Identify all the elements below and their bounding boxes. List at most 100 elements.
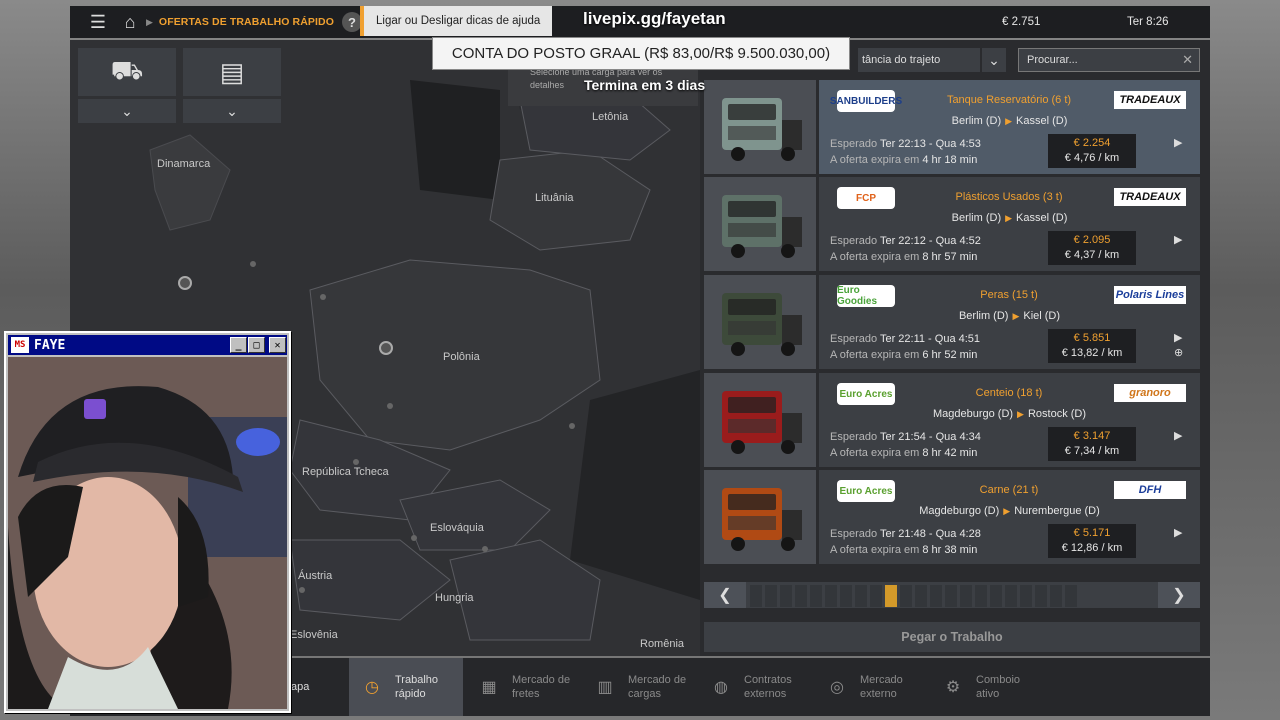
job-price-per-km: € 4,76 / km [1064, 152, 1120, 164]
expected-label: Esperado [830, 138, 878, 150]
page-dot[interactable] [1035, 585, 1047, 607]
sort-select[interactable]: tância do trajeto [858, 48, 980, 72]
job-offer-row[interactable]: SANBUILDERS Tanque Reservatório (6 t) TR… [704, 80, 1200, 174]
page-dot[interactable] [990, 585, 1002, 607]
map-label-czech-republic: República Tcheca [302, 466, 389, 478]
boxes-icon: ▦ [481, 679, 497, 696]
page-dot[interactable] [765, 585, 777, 607]
truck-image [704, 275, 816, 369]
job-route: Berlim (D) ▶ Kassel (D) [819, 212, 1200, 224]
expire-value: 6 hr 52 min [922, 349, 978, 361]
page-dot[interactable] [960, 585, 972, 607]
close-button[interactable]: ✕ [269, 337, 286, 353]
page-dot[interactable] [750, 585, 762, 607]
destination-city: Kassel (D) [1016, 115, 1068, 127]
sender-logo: SANBUILDERS [830, 90, 902, 112]
job-price: € 2.095 [1073, 234, 1111, 246]
job-offer-card[interactable]: Euro Acres Centeio (18 t) granoro Magdeb… [819, 373, 1200, 467]
expire-label: A oferta expira em [830, 154, 920, 166]
nav-map-label[interactable]: apa [291, 681, 309, 693]
job-offer-row[interactable]: FCP Plásticos Usados (3 t) TRADEAUX Berl… [704, 177, 1200, 271]
page-dot[interactable] [810, 585, 822, 607]
page-dot[interactable] [780, 585, 792, 607]
truck-filter-button[interactable]: ⛟ [78, 48, 176, 96]
expected-value: Ter 21:48 - Qua 4:28 [879, 528, 981, 540]
truck-image [704, 373, 816, 467]
job-offer-row[interactable]: Euro Goodies Peras (15 t) Polaris Lines … [704, 275, 1200, 369]
play-arrow-icon[interactable]: ▶ [1174, 136, 1182, 149]
webcam-title-bar[interactable]: MS FAYE _ □ ✕ [8, 335, 287, 355]
nav-item-label: Mercado externo [860, 674, 903, 700]
page-dot[interactable] [1020, 585, 1032, 607]
cargo-name: Carne (21 t) [979, 484, 1039, 496]
sort-dropdown-button[interactable]: ⌄ [982, 48, 1006, 72]
page-dot[interactable] [900, 585, 912, 607]
search-input[interactable]: Procurar... ✕ [1018, 48, 1200, 72]
page-dot[interactable] [795, 585, 807, 607]
job-offer-card[interactable]: Euro Goodies Peras (15 t) Polaris Lines … [819, 275, 1200, 369]
expire-label: A oferta expira em [830, 251, 920, 263]
job-offer-card[interactable]: Euro Acres Carne (21 t) DFH Magdeburgo (… [819, 470, 1200, 564]
nav-item[interactable]: ▦ Mercado de fretes [466, 658, 580, 716]
page-indicator [750, 585, 1077, 607]
job-offer-card[interactable]: SANBUILDERS Tanque Reservatório (6 t) TR… [819, 80, 1200, 174]
destination-city: Rostock (D) [1027, 408, 1087, 420]
take-job-button[interactable]: Pegar o Trabalho [704, 622, 1200, 652]
play-arrow-icon[interactable]: ▶ [1174, 233, 1182, 246]
map-label-hungary: Hungria [435, 592, 474, 604]
destination-city: Nurembergue (D) [1014, 505, 1100, 517]
job-offer-row[interactable]: Euro Acres Carne (21 t) DFH Magdeburgo (… [704, 470, 1200, 564]
page-dot[interactable] [975, 585, 987, 607]
clear-search-icon[interactable]: ✕ [1182, 52, 1193, 68]
previous-page-button[interactable]: ❮ [704, 582, 746, 608]
expire-label: A oferta expira em [830, 349, 920, 361]
truck-filter-dropdown[interactable]: ⌄ [78, 99, 176, 123]
expire-label: A oferta expira em [830, 544, 920, 556]
next-page-button[interactable]: ❯ [1158, 582, 1200, 608]
job-price-box: € 2.095 € 4,37 / km [1048, 231, 1136, 265]
job-offer-row[interactable]: Euro Acres Centeio (18 t) granoro Magdeb… [704, 373, 1200, 467]
cargo-filter-button[interactable]: ▤ [183, 48, 281, 96]
page-dot[interactable] [1065, 585, 1077, 607]
expected-time: Esperado Ter 21:54 - Qua 4:34 [830, 431, 981, 443]
menu-icon[interactable]: ☰ [82, 6, 114, 38]
play-arrow-icon[interactable]: ▶ [1174, 526, 1182, 539]
page-dot[interactable] [855, 585, 867, 607]
page-dot[interactable] [840, 585, 852, 607]
nav-item[interactable]: ◎ Mercado externo [814, 658, 928, 716]
minimize-button[interactable]: _ [230, 337, 247, 353]
page-dot[interactable] [945, 585, 957, 607]
job-pager: ❮ ❯ [704, 582, 1200, 608]
page-dot[interactable] [915, 585, 927, 607]
page-dot[interactable] [930, 585, 942, 607]
page-dot[interactable] [825, 585, 837, 607]
job-price-per-km: € 4,37 / km [1064, 249, 1120, 261]
home-icon[interactable]: ⌂ [114, 6, 146, 38]
nav-item[interactable]: ◷ Trabalho rápido [349, 658, 463, 716]
page-dot[interactable] [1005, 585, 1017, 607]
offer-expiry: A oferta expira em 6 hr 52 min [830, 349, 977, 361]
job-offer-card[interactable]: FCP Plásticos Usados (3 t) TRADEAUX Berl… [819, 177, 1200, 271]
expire-value: 4 hr 18 min [922, 154, 978, 166]
nav-item[interactable]: ◍ Contratos externos [698, 658, 812, 716]
expire-value: 8 hr 57 min [922, 251, 978, 263]
nav-item[interactable]: ⚙ Comboio ativo [930, 658, 1044, 716]
expected-time: Esperado Ter 22:13 - Qua 4:53 [830, 138, 981, 150]
page-dot[interactable] [885, 585, 897, 607]
play-arrow-icon[interactable]: ▶ [1174, 331, 1182, 344]
expected-value: Ter 22:11 - Qua 4:51 [879, 333, 981, 345]
offer-expiry: A oferta expira em 8 hr 42 min [830, 447, 977, 459]
page-dot[interactable] [1050, 585, 1062, 607]
cargo-filter-dropdown[interactable]: ⌄ [183, 99, 281, 123]
page-dot[interactable] [870, 585, 882, 607]
breadcrumb[interactable]: OFERTAS DE TRABALHO RÁPIDO [159, 16, 334, 28]
expected-value: Ter 21:54 - Qua 4:34 [879, 431, 981, 443]
job-route: Magdeburgo (D) ▶ Rostock (D) [819, 408, 1200, 420]
play-arrow-icon[interactable]: ▶ [1174, 429, 1182, 442]
destination-city: Kiel (D) [1023, 310, 1061, 322]
convoy-icon: ⚙ [945, 679, 961, 696]
job-price: € 5.851 [1073, 332, 1111, 344]
nav-item[interactable]: ▥ Mercado de cargas [582, 658, 696, 716]
maximize-button[interactable]: □ [248, 337, 265, 353]
help-toggle-button[interactable]: ? [342, 12, 362, 32]
